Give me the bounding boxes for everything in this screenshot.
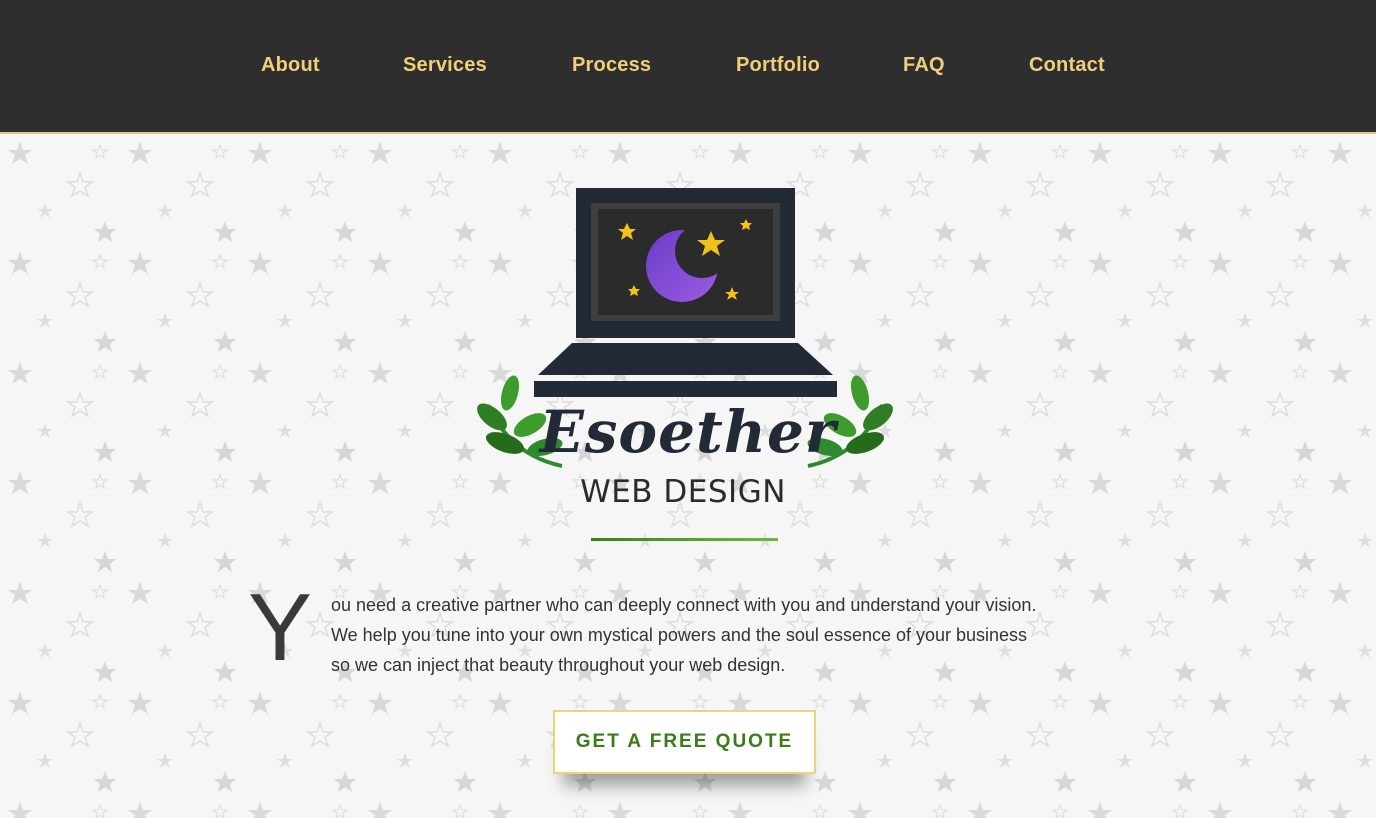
nav-link-services[interactable]: Services — [403, 53, 487, 77]
nav-link-portfolio[interactable]: Portfolio — [736, 53, 820, 77]
nav-link-faq[interactable]: FAQ — [903, 53, 945, 77]
section-divider — [591, 538, 778, 541]
nav-link-about[interactable]: About — [261, 53, 320, 77]
intro-line: ou need a creative partner who can deepl… — [331, 595, 1037, 615]
intro-dropcap: Y — [248, 574, 313, 681]
nav-link-process[interactable]: Process — [572, 53, 651, 77]
intro-line: so we can inject that beauty throughout … — [331, 655, 786, 675]
nav-link-contact[interactable]: Contact — [1029, 53, 1105, 77]
intro-line: We help you tune into your own mystical … — [331, 625, 1028, 645]
top-navigation-bar: About Services Process Portfolio FAQ Con… — [0, 0, 1376, 134]
brand-subtitle: WEB DESIGN — [580, 474, 786, 510]
brand-name: Esoether — [539, 398, 837, 466]
intro-paragraph: ou need a creative partner who can deepl… — [331, 590, 1131, 680]
get-quote-button[interactable]: GET A FREE QUOTE — [553, 710, 816, 774]
